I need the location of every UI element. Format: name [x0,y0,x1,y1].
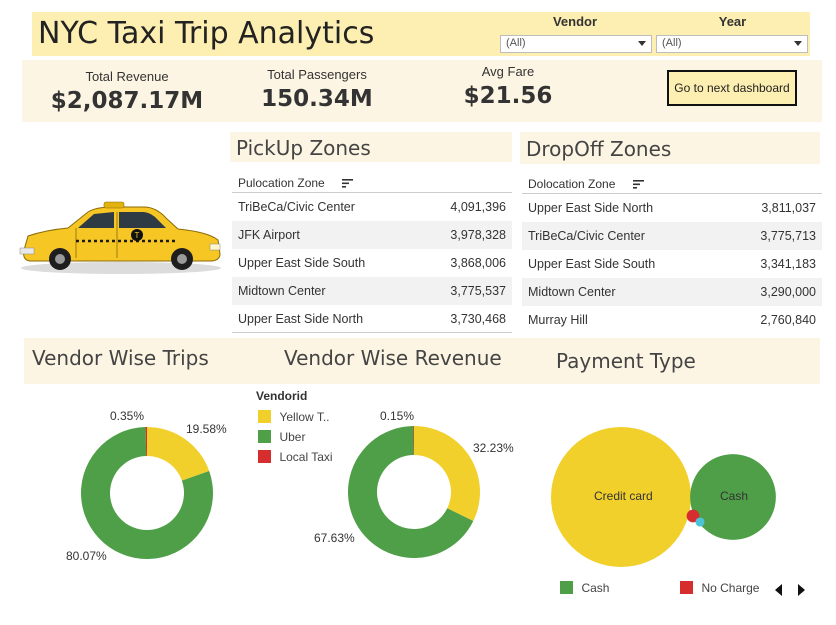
trips-yellow-pct: 19.58% [186,422,227,436]
legend-next-icon[interactable] [796,584,806,596]
legend-swatch [680,581,693,595]
vendor-trips-donut[interactable] [81,427,214,559]
legend-label: No Charge [701,580,760,595]
legend-item-yellow[interactable]: Yellow T.. [258,408,330,426]
legend-swatch [560,581,573,595]
legend-prev-icon[interactable] [774,584,784,596]
bubble-label-cash: Cash [720,489,749,503]
trips-uber-pct: 80.07% [66,549,107,563]
donut-slice-yellow-t-[interactable] [414,426,481,521]
bubble-dispute[interactable] [695,517,705,527]
revenue-uber-pct: 67.63% [314,531,355,545]
legend-label: Uber [279,429,306,444]
legend-label: Local Taxi [279,449,333,464]
legend-item-local-taxi[interactable]: Local Taxi [258,448,333,466]
legend-item-uber[interactable]: Uber [258,428,305,446]
payment-legend-no-charge[interactable]: No Charge [680,579,759,597]
legend-label: Cash [581,580,610,595]
payment-legend-cash[interactable]: Cash [560,579,609,597]
legend-label: Yellow T.. [279,409,330,424]
bubble-label-credit-card: Credit card [594,489,653,503]
legend-swatch [258,410,271,424]
legend-swatch [258,430,271,444]
vendor-revenue-donut[interactable] [348,426,481,558]
revenue-local-pct: 0.15% [380,409,415,423]
charts-canvas [81,426,776,568]
legend-swatch [258,450,271,464]
revenue-yellow-pct: 32.23% [473,441,514,455]
vendor-legend-title: Vendorid [256,389,308,403]
trips-local-pct: 0.35% [110,409,145,423]
